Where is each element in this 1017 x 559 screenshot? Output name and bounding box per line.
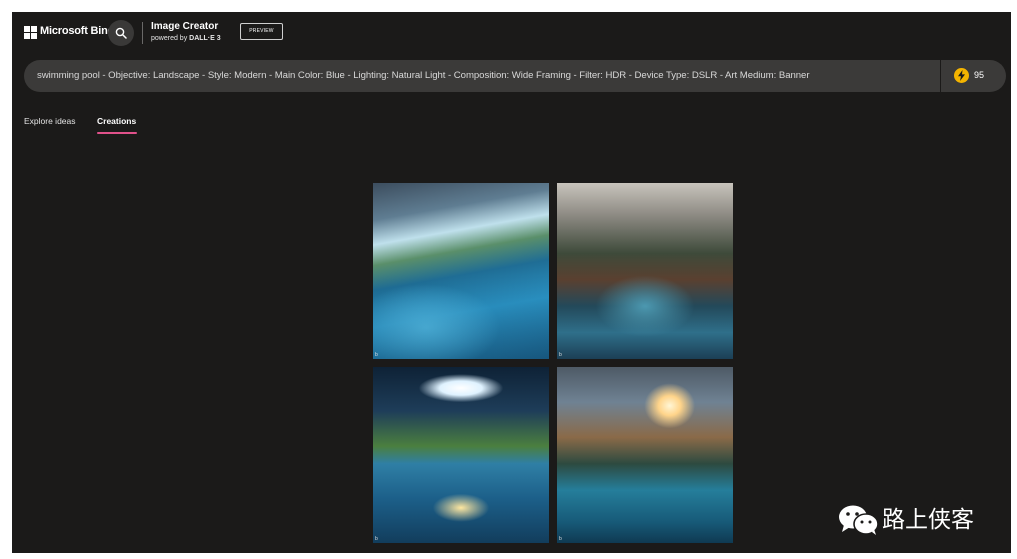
bing-watermark-icon: b: [559, 352, 562, 358]
subtitle-prefix: powered by: [151, 35, 190, 42]
microsoft-logo-icon[interactable]: [24, 26, 37, 39]
app-title[interactable]: Image Creator: [151, 21, 218, 32]
tab-creations[interactable]: Creations: [97, 116, 136, 126]
prompt-input[interactable]: swimming pool - Objective: Landscape - S…: [37, 70, 810, 81]
subtitle-brand: DALL·E 3: [189, 35, 221, 42]
image-creator-app: Microsoft Bing Image Creator powered by …: [12, 12, 1011, 553]
prompt-divider: [940, 60, 941, 92]
bing-watermark-icon: b: [375, 352, 378, 358]
bing-watermark-icon: b: [375, 536, 378, 542]
prompt-bar[interactable]: swimming pool - Objective: Landscape - S…: [24, 60, 1006, 92]
wechat-icon: [839, 505, 879, 535]
search-button[interactable]: [108, 20, 134, 46]
app-subtitle: powered by DALL·E 3: [151, 35, 221, 42]
lightning-icon: [958, 70, 965, 81]
generated-image-2[interactable]: b: [557, 183, 733, 359]
watermark-text: 路上侠客: [882, 507, 974, 533]
tab-explore-ideas[interactable]: Explore ideas: [24, 116, 76, 126]
boost-count: 95: [974, 70, 985, 80]
generated-image-1[interactable]: b: [373, 183, 549, 359]
header: Microsoft Bing Image Creator powered by …: [12, 12, 1011, 56]
search-icon: [115, 27, 127, 39]
brand-name[interactable]: Microsoft Bing: [40, 25, 114, 37]
boost-coin-icon[interactable]: [954, 68, 969, 83]
bing-watermark-icon: b: [559, 536, 562, 542]
header-divider: [142, 22, 143, 44]
active-tab-indicator: [97, 132, 137, 134]
preview-badge: PREVIEW: [240, 23, 283, 40]
generated-image-3[interactable]: b: [373, 367, 549, 543]
generated-image-4[interactable]: b: [557, 367, 733, 543]
